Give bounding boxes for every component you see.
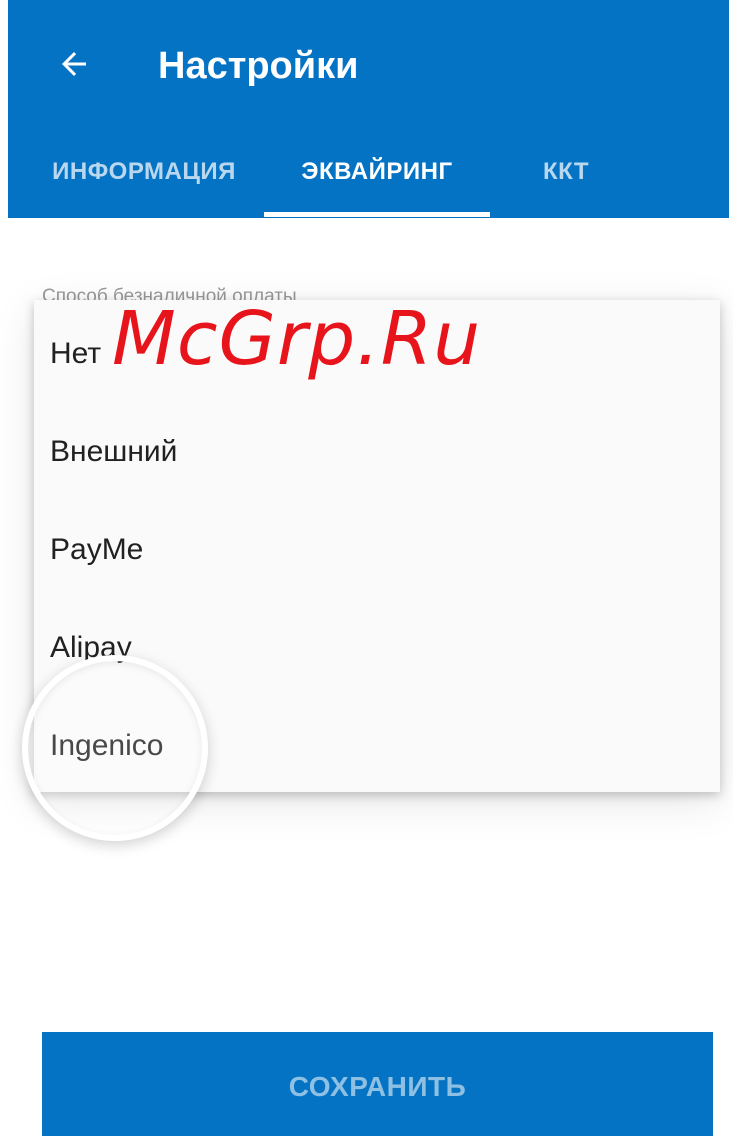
option-external[interactable]: Внешний: [34, 403, 720, 501]
back-button[interactable]: [46, 38, 102, 94]
page-title: Настройки: [158, 45, 359, 87]
settings-screen: Настройки ИНФОРМАЦИЯ ЭКВАЙРИНГ ККТ Спосо…: [0, 0, 733, 1136]
save-button[interactable]: СОХРАНИТЬ: [42, 1032, 713, 1136]
tab-information[interactable]: ИНФОРМАЦИЯ: [26, 130, 262, 214]
tab-kkt[interactable]: ККТ: [516, 130, 616, 214]
arrow-left-icon: [56, 46, 92, 87]
tab-acquiring[interactable]: ЭКВАЙРИНГ: [264, 130, 490, 214]
active-tab-indicator: [264, 212, 490, 217]
app-bar: Настройки ИНФОРМАЦИЯ ЭКВАЙРИНГ ККТ: [8, 0, 729, 218]
watermark: McGrp.Ru: [112, 296, 482, 382]
highlight-circle: [22, 655, 208, 841]
tab-bar: ИНФОРМАЦИЯ ЭКВАЙРИНГ ККТ: [8, 130, 729, 218]
option-payme[interactable]: PayMe: [34, 501, 720, 599]
